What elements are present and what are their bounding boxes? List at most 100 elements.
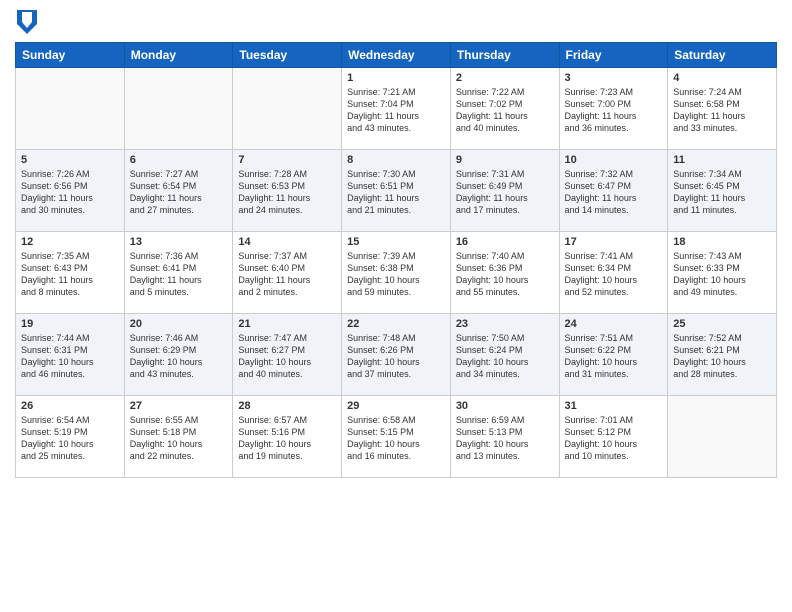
calendar-cell: 4 Sunrise: 7:24 AM Sunset: 6:58 PM Daylig… bbox=[668, 68, 777, 150]
weekday-header-monday: Monday bbox=[124, 43, 233, 68]
calendar-cell: 19 Sunrise: 7:44 AM Sunset: 6:31 PM Dayli… bbox=[16, 314, 125, 396]
day-number: 14 bbox=[238, 236, 336, 248]
day-info: Sunrise: 6:55 AM Sunset: 5:18 PM Dayligh… bbox=[130, 414, 228, 463]
day-info: Sunrise: 7:39 AM Sunset: 6:38 PM Dayligh… bbox=[347, 250, 445, 299]
calendar-cell: 29 Sunrise: 6:58 AM Sunset: 5:15 PM Dayli… bbox=[342, 396, 451, 478]
day-number: 24 bbox=[565, 318, 663, 330]
calendar-cell: 20Sunrise: 7:46 AM Sunset: 6:29 PM Dayli… bbox=[124, 314, 233, 396]
day-number: 7 bbox=[238, 154, 336, 166]
day-info: Sunrise: 7:37 AM Sunset: 6:40 PM Dayligh… bbox=[238, 250, 336, 299]
day-number: 21 bbox=[238, 318, 336, 330]
calendar-week-2: 5Sunrise: 7:26 AM Sunset: 6:56 PM Daylig… bbox=[16, 150, 777, 232]
day-info: Sunrise: 6:58 AM Sunset: 5:15 PM Dayligh… bbox=[347, 414, 445, 463]
day-number: 11 bbox=[673, 154, 771, 166]
day-number: 23 bbox=[456, 318, 554, 330]
day-number: 19 bbox=[21, 318, 119, 330]
calendar-cell: 14 Sunrise: 7:37 AM Sunset: 6:40 PM Dayli… bbox=[233, 232, 342, 314]
calendar-cell: 30 Sunrise: 6:59 AM Sunset: 5:13 PM Dayli… bbox=[450, 396, 559, 478]
calendar-cell bbox=[668, 396, 777, 478]
day-info: Sunrise: 7:28 AM Sunset: 6:53 PM Dayligh… bbox=[238, 168, 336, 217]
calendar-cell: 11 Sunrise: 7:34 AM Sunset: 6:45 PM Dayli… bbox=[668, 150, 777, 232]
calendar-cell: 5Sunrise: 7:26 AM Sunset: 6:56 PM Daylig… bbox=[16, 150, 125, 232]
day-info: Sunrise: 7:51 AM Sunset: 6:22 PM Dayligh… bbox=[565, 332, 663, 381]
day-info: Sunrise: 7:41 AM Sunset: 6:34 PM Dayligh… bbox=[565, 250, 663, 299]
calendar-week-5: 26 Sunrise: 6:54 AM Sunset: 5:19 PM Dayli… bbox=[16, 396, 777, 478]
day-info: Sunrise: 6:59 AM Sunset: 5:13 PM Dayligh… bbox=[456, 414, 554, 463]
calendar-cell: 13 Sunrise: 7:36 AM Sunset: 6:41 PM Dayli… bbox=[124, 232, 233, 314]
day-number: 30 bbox=[456, 400, 554, 412]
calendar-table: SundayMondayTuesdayWednesdayThursdayFrid… bbox=[15, 42, 777, 478]
day-info: Sunrise: 7:50 AM Sunset: 6:24 PM Dayligh… bbox=[456, 332, 554, 381]
logo-icon bbox=[17, 10, 37, 34]
day-info: Sunrise: 7:30 AM Sunset: 6:51 PM Dayligh… bbox=[347, 168, 445, 217]
day-number: 18 bbox=[673, 236, 771, 248]
calendar-cell: 8 Sunrise: 7:30 AM Sunset: 6:51 PM Daylig… bbox=[342, 150, 451, 232]
calendar-cell: 16Sunrise: 7:40 AM Sunset: 6:36 PM Dayli… bbox=[450, 232, 559, 314]
calendar-cell: 31 Sunrise: 7:01 AM Sunset: 5:12 PM Dayli… bbox=[559, 396, 668, 478]
day-info: Sunrise: 6:57 AM Sunset: 5:16 PM Dayligh… bbox=[238, 414, 336, 463]
day-number: 3 bbox=[565, 72, 663, 84]
calendar-cell: 2Sunrise: 7:22 AM Sunset: 7:02 PM Daylig… bbox=[450, 68, 559, 150]
calendar-cell: 27 Sunrise: 6:55 AM Sunset: 5:18 PM Dayli… bbox=[124, 396, 233, 478]
day-number: 1 bbox=[347, 72, 445, 84]
calendar-cell: 10Sunrise: 7:32 AM Sunset: 6:47 PM Dayli… bbox=[559, 150, 668, 232]
day-number: 31 bbox=[565, 400, 663, 412]
day-number: 27 bbox=[130, 400, 228, 412]
day-number: 12 bbox=[21, 236, 119, 248]
calendar-cell: 9 Sunrise: 7:31 AM Sunset: 6:49 PM Daylig… bbox=[450, 150, 559, 232]
calendar-cell: 17 Sunrise: 7:41 AM Sunset: 6:34 PM Dayli… bbox=[559, 232, 668, 314]
day-number: 16 bbox=[456, 236, 554, 248]
day-number: 6 bbox=[130, 154, 228, 166]
day-number: 10 bbox=[565, 154, 663, 166]
calendar-cell: 22 Sunrise: 7:48 AM Sunset: 6:26 PM Dayli… bbox=[342, 314, 451, 396]
calendar-week-3: 12 Sunrise: 7:35 AM Sunset: 6:43 PM Dayli… bbox=[16, 232, 777, 314]
calendar-cell: 3 Sunrise: 7:23 AM Sunset: 7:00 PM Daylig… bbox=[559, 68, 668, 150]
calendar-cell: 25 Sunrise: 7:52 AM Sunset: 6:21 PM Dayli… bbox=[668, 314, 777, 396]
day-info: Sunrise: 7:36 AM Sunset: 6:41 PM Dayligh… bbox=[130, 250, 228, 299]
weekday-header-saturday: Saturday bbox=[668, 43, 777, 68]
day-number: 22 bbox=[347, 318, 445, 330]
header bbox=[15, 10, 777, 34]
day-info: Sunrise: 7:31 AM Sunset: 6:49 PM Dayligh… bbox=[456, 168, 554, 217]
page: SundayMondayTuesdayWednesdayThursdayFrid… bbox=[0, 0, 792, 612]
logo bbox=[15, 10, 39, 34]
day-info: Sunrise: 7:43 AM Sunset: 6:33 PM Dayligh… bbox=[673, 250, 771, 299]
weekday-header-friday: Friday bbox=[559, 43, 668, 68]
day-number: 4 bbox=[673, 72, 771, 84]
calendar-cell: 24 Sunrise: 7:51 AM Sunset: 6:22 PM Dayli… bbox=[559, 314, 668, 396]
weekday-header-row: SundayMondayTuesdayWednesdayThursdayFrid… bbox=[16, 43, 777, 68]
day-info: Sunrise: 7:26 AM Sunset: 6:56 PM Dayligh… bbox=[21, 168, 119, 217]
day-info: Sunrise: 6:54 AM Sunset: 5:19 PM Dayligh… bbox=[21, 414, 119, 463]
day-info: Sunrise: 7:24 AM Sunset: 6:58 PM Dayligh… bbox=[673, 86, 771, 135]
calendar-cell: 23 Sunrise: 7:50 AM Sunset: 6:24 PM Dayli… bbox=[450, 314, 559, 396]
day-info: Sunrise: 7:52 AM Sunset: 6:21 PM Dayligh… bbox=[673, 332, 771, 381]
day-info: Sunrise: 7:34 AM Sunset: 6:45 PM Dayligh… bbox=[673, 168, 771, 217]
day-number: 17 bbox=[565, 236, 663, 248]
calendar-cell: 1Sunrise: 7:21 AM Sunset: 7:04 PM Daylig… bbox=[342, 68, 451, 150]
calendar-cell bbox=[16, 68, 125, 150]
calendar-cell: 7 Sunrise: 7:28 AM Sunset: 6:53 PM Daylig… bbox=[233, 150, 342, 232]
weekday-header-thursday: Thursday bbox=[450, 43, 559, 68]
day-number: 29 bbox=[347, 400, 445, 412]
day-info: Sunrise: 7:22 AM Sunset: 7:02 PM Dayligh… bbox=[456, 86, 554, 135]
day-info: Sunrise: 7:44 AM Sunset: 6:31 PM Dayligh… bbox=[21, 332, 119, 381]
day-number: 28 bbox=[238, 400, 336, 412]
day-info: Sunrise: 7:48 AM Sunset: 6:26 PM Dayligh… bbox=[347, 332, 445, 381]
day-number: 13 bbox=[130, 236, 228, 248]
calendar-week-4: 19 Sunrise: 7:44 AM Sunset: 6:31 PM Dayli… bbox=[16, 314, 777, 396]
calendar-cell: 15Sunrise: 7:39 AM Sunset: 6:38 PM Dayli… bbox=[342, 232, 451, 314]
calendar-cell: 21 Sunrise: 7:47 AM Sunset: 6:27 PM Dayli… bbox=[233, 314, 342, 396]
calendar-cell: 12 Sunrise: 7:35 AM Sunset: 6:43 PM Dayli… bbox=[16, 232, 125, 314]
day-info: Sunrise: 7:23 AM Sunset: 7:00 PM Dayligh… bbox=[565, 86, 663, 135]
day-number: 26 bbox=[21, 400, 119, 412]
calendar-week-1: 1Sunrise: 7:21 AM Sunset: 7:04 PM Daylig… bbox=[16, 68, 777, 150]
day-info: Sunrise: 7:01 AM Sunset: 5:12 PM Dayligh… bbox=[565, 414, 663, 463]
day-info: Sunrise: 7:47 AM Sunset: 6:27 PM Dayligh… bbox=[238, 332, 336, 381]
calendar-cell: 6 Sunrise: 7:27 AM Sunset: 6:54 PM Daylig… bbox=[124, 150, 233, 232]
day-number: 25 bbox=[673, 318, 771, 330]
day-info: Sunrise: 7:35 AM Sunset: 6:43 PM Dayligh… bbox=[21, 250, 119, 299]
day-number: 8 bbox=[347, 154, 445, 166]
day-info: Sunrise: 7:27 AM Sunset: 6:54 PM Dayligh… bbox=[130, 168, 228, 217]
day-number: 9 bbox=[456, 154, 554, 166]
day-number: 20 bbox=[130, 318, 228, 330]
